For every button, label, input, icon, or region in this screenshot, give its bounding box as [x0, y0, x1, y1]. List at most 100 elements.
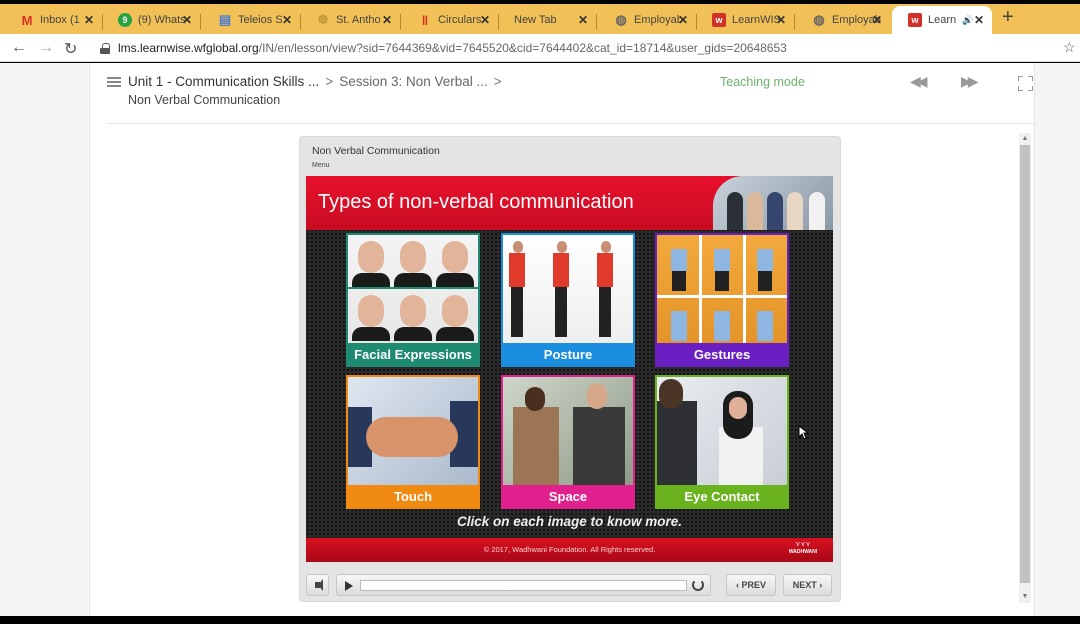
- breadcrumb-separator: >: [325, 74, 334, 89]
- space-label[interactable]: Space: [503, 485, 633, 507]
- team-photo: [713, 176, 833, 230]
- player-menu-link[interactable]: Menu: [312, 162, 330, 169]
- tab-close-icon[interactable]: ✕: [678, 13, 688, 27]
- browser-tab[interactable]: w LearnWIS ✕: [696, 6, 794, 34]
- browser-tab[interactable]: w Learn 🔊 ✕: [892, 6, 992, 34]
- card-eye-contact[interactable]: Eye Contact: [655, 375, 789, 509]
- speaker-icon: [315, 579, 323, 591]
- posture-label[interactable]: Posture: [503, 343, 633, 365]
- fast-forward-icon[interactable]: ▶▶: [961, 73, 978, 90]
- browser-tab[interactable]: M Inbox (1 ✕: [4, 6, 102, 34]
- card-facial-expressions[interactable]: Facial Expressions: [346, 233, 480, 367]
- tab-title: St. Antho: [336, 14, 381, 26]
- reload-button[interactable]: ↻: [64, 39, 77, 59]
- mouse-cursor-icon: [798, 425, 808, 440]
- player-controls: ‹ PREV NEXT ›: [306, 574, 833, 598]
- browser-tab[interactable]: 9 (9) Whats ✕: [102, 6, 200, 34]
- tab-close-icon[interactable]: ✕: [382, 13, 392, 27]
- progress-slider[interactable]: [360, 580, 687, 591]
- lesson-player: Non Verbal Communication Menu Types of n…: [299, 136, 841, 602]
- browser-tab[interactable]: ◍ Employab ✕: [796, 6, 890, 34]
- back-button[interactable]: ←: [11, 39, 27, 57]
- eye-contact-image[interactable]: [657, 377, 787, 485]
- instruction-text: Click on each image to know more.: [456, 514, 683, 529]
- breadcrumb: Unit 1 - Communication Skills ... > Sessio…: [128, 74, 508, 89]
- rewind-icon[interactable]: ◀◀: [910, 73, 927, 90]
- bookmark-star-icon[interactable]: ☆: [1063, 39, 1076, 56]
- tab-close-icon[interactable]: ✕: [578, 13, 588, 27]
- facial-expressions-label[interactable]: Facial Expressions: [348, 343, 478, 365]
- tab-title: New Tab: [514, 14, 557, 26]
- replay-icon[interactable]: [692, 579, 704, 591]
- play-icon[interactable]: [345, 581, 353, 591]
- current-page-title: Non Verbal Communication: [128, 93, 281, 107]
- teaching-mode-label[interactable]: Teaching mode: [720, 75, 805, 89]
- tab-title: Employab: [634, 14, 683, 26]
- url-domain: lms.learnwise.wfglobal.org: [118, 41, 259, 55]
- tab-separator: [200, 14, 201, 30]
- fullscreen-icon[interactable]: [1018, 76, 1033, 91]
- scroll-thumb[interactable]: [1020, 145, 1030, 583]
- hamburger-menu-icon[interactable]: [107, 77, 121, 87]
- wings-icon: ⋎⋎⋎: [795, 541, 811, 548]
- touch-image[interactable]: [348, 377, 478, 485]
- browser-tab-strip: M Inbox (1 ✕ 9 (9) Whats ✕ ▤ Teleios S ✕ ☸ St. Ant…: [0, 4, 1080, 34]
- copyright-text: © 2017, Wadhwani Foundation. All Rights …: [483, 545, 656, 554]
- breadcrumb-session[interactable]: Session 3: Non Verbal ...: [339, 74, 488, 89]
- touch-label[interactable]: Touch: [348, 485, 478, 507]
- browser-tab[interactable]: ▤ Teleios S ✕: [202, 6, 300, 34]
- forward-button[interactable]: →: [38, 39, 54, 57]
- tab-separator: [400, 14, 401, 30]
- tab-close-icon[interactable]: ✕: [282, 13, 292, 27]
- tab-title: Teleios S: [238, 14, 283, 26]
- card-posture[interactable]: Posture: [501, 233, 635, 367]
- card-space[interactable]: Space: [501, 375, 635, 509]
- slide: Types of non-verbal communication Facial…: [306, 176, 833, 562]
- card-touch[interactable]: Touch: [346, 375, 480, 509]
- facial-expressions-image[interactable]: [348, 235, 478, 343]
- browser-tab[interactable]: ☸ St. Antho ✕: [300, 6, 400, 34]
- breadcrumb-unit[interactable]: Unit 1 - Communication Skills ...: [128, 74, 319, 89]
- tab-close-icon[interactable]: ✕: [182, 13, 192, 27]
- new-tab-button[interactable]: +: [1002, 6, 1014, 29]
- card-gestures[interactable]: Gestures: [655, 233, 789, 367]
- browser-tab[interactable]: New Tab ✕: [498, 6, 596, 34]
- mute-button[interactable]: [306, 574, 329, 596]
- scroll-down-arrow[interactable]: ▼: [1019, 591, 1031, 603]
- whatsapp-icon: 9: [118, 13, 132, 27]
- posture-image[interactable]: [503, 235, 633, 343]
- gestures-label[interactable]: Gestures: [657, 343, 787, 365]
- globe-icon: ◍: [615, 12, 627, 27]
- circulars-icon: ‖: [421, 12, 429, 28]
- tab-close-icon[interactable]: ✕: [84, 13, 94, 27]
- gmail-icon: M: [21, 12, 33, 28]
- space-image[interactable]: [503, 377, 633, 485]
- audio-playing-icon[interactable]: 🔊: [962, 15, 973, 26]
- document-icon: ▤: [218, 12, 232, 27]
- tab-close-icon[interactable]: ✕: [480, 13, 490, 27]
- tab-close-icon[interactable]: ✕: [872, 13, 882, 27]
- tab-close-icon[interactable]: ✕: [974, 13, 984, 27]
- browser-tab[interactable]: ‖ Circulars ✕: [402, 6, 498, 34]
- browser-tab[interactable]: ◍ Employab ✕: [598, 6, 696, 34]
- gestures-image[interactable]: [657, 235, 787, 343]
- breadcrumb-separator: >: [493, 74, 502, 89]
- next-button[interactable]: NEXT ›: [783, 574, 832, 596]
- header-divider: [106, 123, 1034, 124]
- tab-close-icon[interactable]: ✕: [776, 13, 786, 27]
- tab-separator: [794, 14, 795, 30]
- tab-title: LearnWIS: [732, 14, 781, 26]
- tab-separator: [596, 14, 597, 30]
- url-field[interactable]: lms.learnwise.wfglobal.org/IN/en/lesson/…: [92, 36, 1052, 60]
- screen-bottom-edge: [0, 616, 1080, 624]
- tab-title: Learn: [928, 14, 957, 26]
- playback-bar: [336, 574, 711, 596]
- tab-title: (9) Whats: [138, 14, 186, 26]
- slide-header: Types of non-verbal communication: [306, 176, 833, 230]
- content-scrollbar[interactable]: ▲ ▼: [1019, 133, 1031, 603]
- page-background: Unit 1 - Communication Skills ... > Sessio…: [0, 63, 1080, 616]
- eye-contact-label[interactable]: Eye Contact: [657, 485, 787, 507]
- scroll-up-arrow[interactable]: ▲: [1019, 133, 1031, 145]
- prev-button[interactable]: ‹ PREV: [726, 574, 776, 596]
- player-title: Non Verbal Communication: [312, 145, 440, 157]
